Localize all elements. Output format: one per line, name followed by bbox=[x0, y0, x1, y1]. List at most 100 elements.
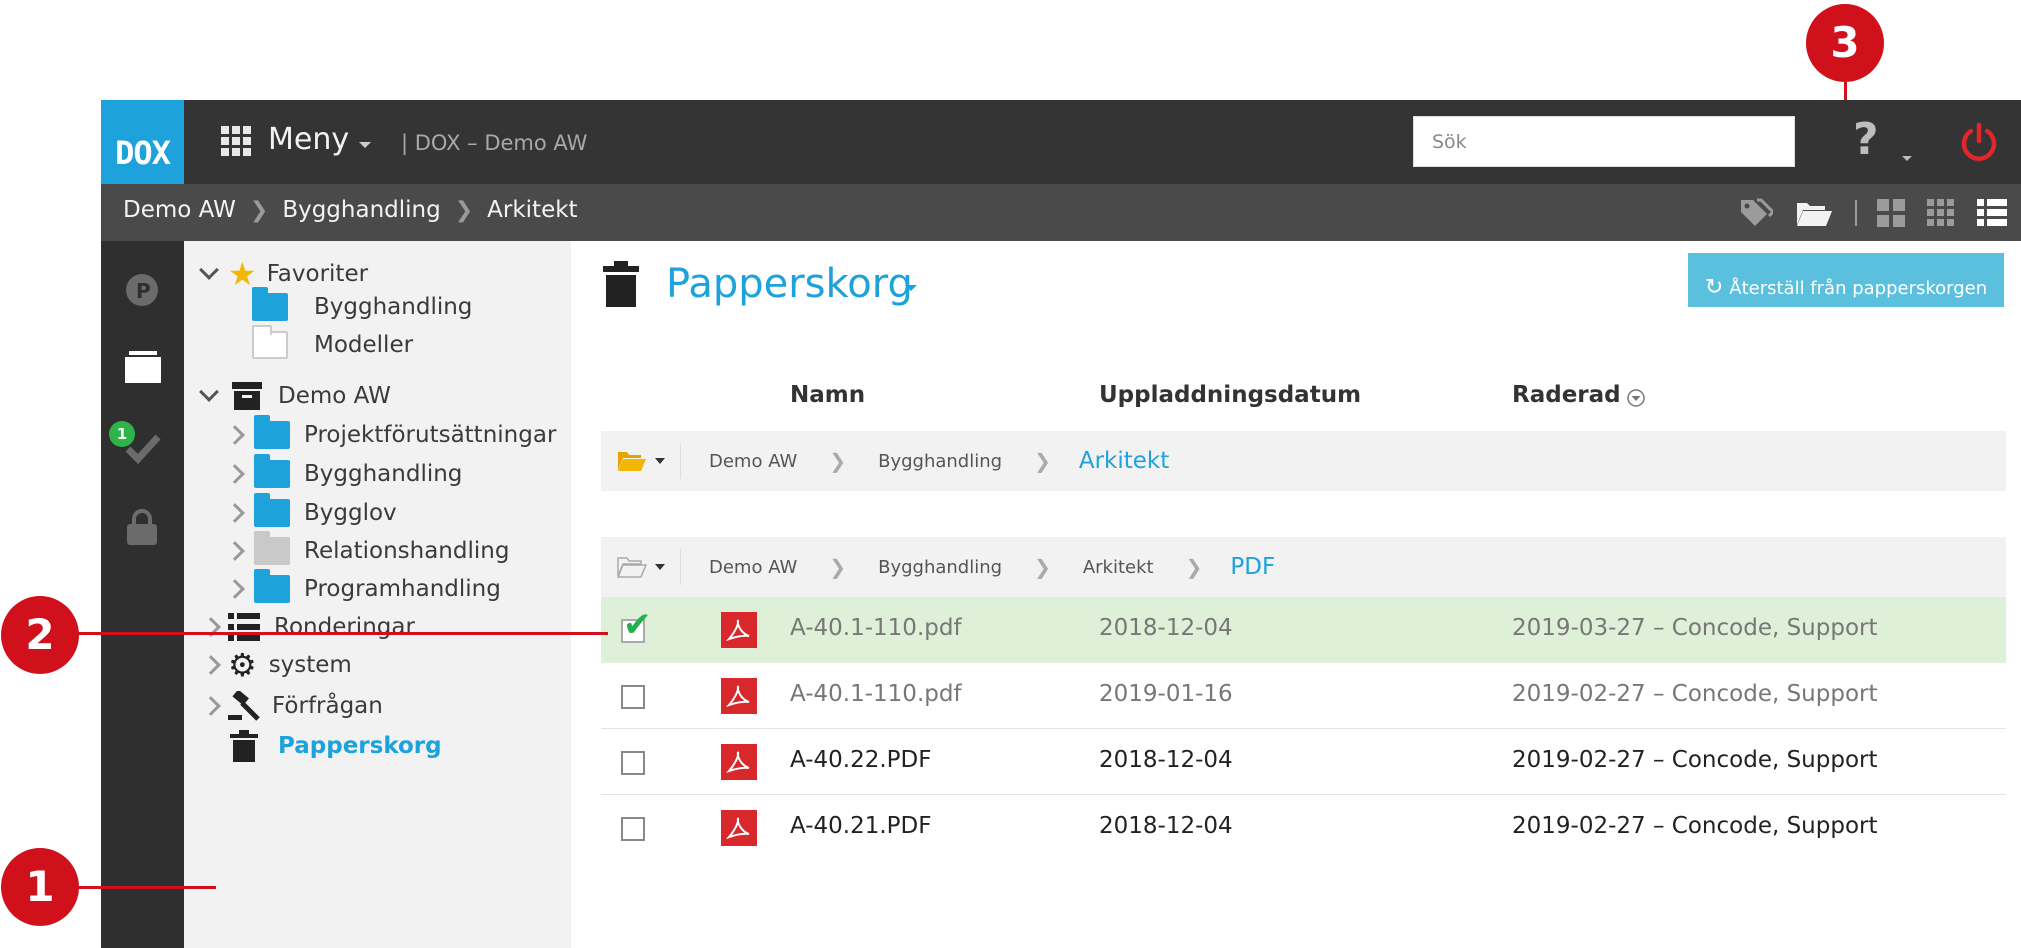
table-row[interactable]: ✔ A-40.1-110.pdf 2018-12-04 2019-03-27 –… bbox=[601, 597, 2006, 663]
breadcrumb-bar: Demo AW ❯ Bygghandling ❯ Arkitekt bbox=[101, 184, 2021, 241]
tree-node-favorite[interactable]: Bygghandling bbox=[252, 287, 472, 321]
pdf-file-icon bbox=[721, 678, 757, 714]
tree-node-label: Relationshandling bbox=[304, 538, 510, 564]
chevron-right-icon[interactable] bbox=[225, 579, 245, 599]
tree-node-trash[interactable]: Papperskorg bbox=[230, 730, 442, 762]
upload-date: 2019-01-16 bbox=[1099, 681, 1233, 707]
tags-icon[interactable] bbox=[1739, 198, 1773, 228]
chevron-right-icon[interactable] bbox=[225, 541, 245, 561]
small-grid-view-icon[interactable] bbox=[1927, 199, 1955, 227]
breadcrumb-separator-icon: ❯ bbox=[454, 197, 474, 223]
chevron-right-icon[interactable] bbox=[225, 425, 245, 445]
restore-button-label: Återställ från papperskorgen bbox=[1729, 278, 1988, 299]
tree-node-favorites[interactable]: ★ Favoriter bbox=[199, 255, 369, 293]
tree-node-label: Projektförutsättningar bbox=[304, 422, 557, 448]
breadcrumb-separator-icon: ❯ bbox=[249, 197, 269, 223]
deleted-info: 2019-02-27 – Concode, Support bbox=[1512, 747, 1878, 773]
tree-node-folder[interactable]: Bygghandling bbox=[225, 454, 462, 488]
chevron-down-icon[interactable] bbox=[199, 260, 219, 280]
folder-icon bbox=[252, 287, 288, 321]
refresh-icon: ↻ bbox=[1704, 275, 1724, 300]
file-name[interactable]: A-40.21.PDF bbox=[790, 813, 932, 839]
tree-node-folder[interactable]: Bygglov bbox=[225, 493, 397, 527]
tree-node-rounds[interactable]: Ronderingar bbox=[201, 613, 415, 641]
column-header-name[interactable]: Namn bbox=[790, 382, 865, 408]
tree-node-favorite[interactable]: Modeller bbox=[252, 325, 414, 359]
folder-open-dropdown[interactable] bbox=[601, 443, 681, 479]
view-toolbar bbox=[1739, 198, 2021, 228]
chevron-right-icon[interactable] bbox=[225, 503, 245, 523]
column-header-uploaded[interactable]: Uppladdningsdatum bbox=[1099, 382, 1361, 408]
table-row[interactable]: A-40.21.PDF 2018-12-04 2019-02-27 – Conc… bbox=[601, 795, 2006, 861]
help-caret-icon[interactable] bbox=[1902, 156, 1912, 161]
path-item[interactable]: Bygghandling bbox=[878, 451, 1002, 472]
folder-icon bbox=[254, 493, 290, 527]
tree-node-label: Modeller bbox=[314, 332, 414, 358]
file-name[interactable]: A-40.22.PDF bbox=[790, 747, 932, 773]
tree-node-folder[interactable]: Relationshandling bbox=[225, 531, 510, 565]
chevron-right-icon[interactable] bbox=[201, 655, 221, 675]
menu-caret-icon[interactable] bbox=[359, 142, 371, 148]
top-bar: DOX Meny | DOX – Demo AW ? bbox=[101, 100, 2021, 184]
archive-icon[interactable] bbox=[125, 351, 161, 383]
breadcrumb-item[interactable]: Arkitekt bbox=[487, 197, 577, 223]
upload-date: 2018-12-04 bbox=[1099, 813, 1233, 839]
trash-icon bbox=[230, 730, 258, 762]
tree-node-inquiry[interactable]: Förfrågan bbox=[201, 691, 383, 721]
archive-box-icon bbox=[232, 382, 262, 410]
restore-from-trash-button[interactable]: ↻ Återställ från papperskorgen bbox=[1688, 253, 2004, 307]
left-rail: P 1 bbox=[101, 241, 184, 948]
search-input[interactable] bbox=[1413, 116, 1795, 167]
breadcrumb-item[interactable]: Demo AW bbox=[123, 197, 236, 223]
sort-desc-icon[interactable] bbox=[1626, 388, 1646, 408]
folder-open-dropdown[interactable] bbox=[601, 549, 681, 585]
pdf-file-icon bbox=[721, 612, 757, 648]
tree-node-folder[interactable]: Projektförutsättningar bbox=[225, 415, 557, 449]
breadcrumb: Demo AW ❯ Bygghandling ❯ Arkitekt bbox=[123, 197, 578, 223]
folder-icon bbox=[254, 569, 290, 603]
dox-logo[interactable]: DOX bbox=[101, 100, 184, 184]
table-row[interactable]: A-40.22.PDF 2018-12-04 2019-02-27 – Conc… bbox=[601, 729, 2006, 795]
callout-3: 3 bbox=[1806, 4, 1884, 82]
list-view-icon[interactable] bbox=[1977, 199, 2007, 227]
tree-node-label: Ronderingar bbox=[274, 614, 415, 640]
tree-node-folder[interactable]: Programhandling bbox=[225, 569, 501, 603]
parking-icon[interactable]: P bbox=[125, 273, 159, 307]
chevron-right-icon[interactable] bbox=[225, 464, 245, 484]
tree-node-project[interactable]: Demo AW bbox=[199, 382, 391, 410]
path-separator-icon: ❯ bbox=[1185, 555, 1203, 579]
chevron-right-icon[interactable] bbox=[201, 696, 221, 716]
path-current[interactable]: Arkitekt bbox=[1079, 448, 1169, 474]
pdf-file-icon bbox=[721, 744, 757, 780]
file-name[interactable]: A-40.1-110.pdf bbox=[790, 681, 962, 707]
folder-icon bbox=[254, 454, 290, 488]
project-title: | DOX – Demo AW bbox=[401, 131, 588, 155]
row-checkbox[interactable] bbox=[621, 751, 645, 775]
tasks-badge: 1 bbox=[109, 421, 135, 447]
path-item[interactable]: Demo AW bbox=[709, 557, 797, 578]
tree-node-label: Favoriter bbox=[266, 261, 369, 287]
chevron-down-icon[interactable] bbox=[199, 382, 219, 402]
file-name[interactable]: A-40.1-110.pdf bbox=[790, 615, 962, 641]
path-item[interactable]: Bygghandling bbox=[878, 557, 1002, 578]
menu-grid-icon[interactable] bbox=[221, 126, 251, 156]
column-header-deleted[interactable]: Raderad bbox=[1512, 382, 1621, 408]
path-bar: Demo AW ❯ Bygghandling ❯ Arkitekt bbox=[601, 431, 2006, 491]
menu-button[interactable]: Meny bbox=[268, 122, 349, 157]
row-checkbox[interactable] bbox=[621, 817, 645, 841]
title-caret-icon[interactable] bbox=[905, 285, 917, 291]
large-grid-view-icon[interactable] bbox=[1877, 199, 1905, 227]
tree-node-system[interactable]: ⚙ system bbox=[201, 649, 352, 681]
path-current[interactable]: PDF bbox=[1230, 554, 1275, 580]
path-item[interactable]: Demo AW bbox=[709, 451, 797, 472]
path-item[interactable]: Arkitekt bbox=[1083, 557, 1154, 578]
table-row[interactable]: A-40.1-110.pdf 2019-01-16 2019-02-27 – C… bbox=[601, 663, 2006, 729]
row-checkbox[interactable] bbox=[621, 685, 645, 709]
lock-icon[interactable] bbox=[125, 509, 159, 545]
help-icon[interactable]: ? bbox=[1853, 114, 1879, 165]
open-folder-icon[interactable] bbox=[1795, 199, 1833, 227]
app-window: DOX Meny | DOX – Demo AW ? Demo AW ❯ Byg… bbox=[101, 100, 2021, 948]
breadcrumb-item[interactable]: Bygghandling bbox=[282, 197, 440, 223]
power-icon[interactable] bbox=[1959, 122, 1999, 162]
tree-node-label: Papperskorg bbox=[278, 733, 442, 759]
